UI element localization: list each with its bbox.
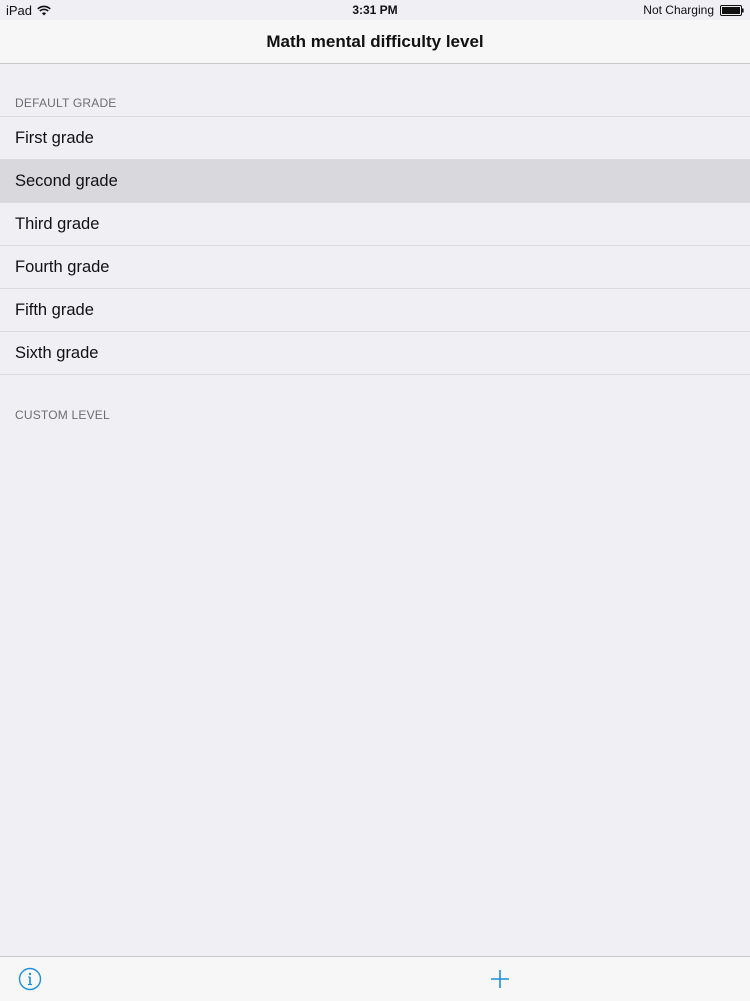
list-item-first-grade[interactable]: First grade bbox=[0, 117, 750, 160]
info-icon[interactable] bbox=[18, 967, 42, 991]
status-right: Not Charging bbox=[643, 3, 744, 17]
list-item-label: Fifth grade bbox=[15, 301, 94, 319]
list-item-second-grade[interactable]: Second grade bbox=[0, 160, 750, 203]
list-item-sixth-grade[interactable]: Sixth grade bbox=[0, 332, 750, 374]
status-bar: iPad 3:31 PM Not Charging bbox=[0, 0, 750, 20]
navigation-bar: Math mental difficulty level bbox=[0, 20, 750, 64]
list-item-label: Sixth grade bbox=[15, 344, 99, 362]
default-grade-list: First grade Second grade Third grade Fou… bbox=[0, 116, 750, 375]
list-item-label: Fourth grade bbox=[15, 258, 110, 276]
list-item-fourth-grade[interactable]: Fourth grade bbox=[0, 246, 750, 289]
battery-status: Not Charging bbox=[643, 3, 714, 17]
list-item-label: First grade bbox=[15, 129, 94, 147]
section-header-default-grade: DEFAULT GRADE bbox=[15, 96, 117, 110]
section-header-custom-level: CUSTOM LEVEL bbox=[15, 408, 110, 422]
list-item-label: Second grade bbox=[15, 172, 118, 190]
plus-icon[interactable] bbox=[488, 967, 512, 991]
battery-icon bbox=[720, 4, 744, 16]
list-item-third-grade[interactable]: Third grade bbox=[0, 203, 750, 246]
list-item-label: Third grade bbox=[15, 215, 100, 233]
status-time: 3:31 PM bbox=[352, 3, 398, 17]
page-title: Math mental difficulty level bbox=[266, 32, 484, 51]
bottom-toolbar bbox=[0, 956, 750, 1001]
list-item-fifth-grade[interactable]: Fifth grade bbox=[0, 289, 750, 332]
